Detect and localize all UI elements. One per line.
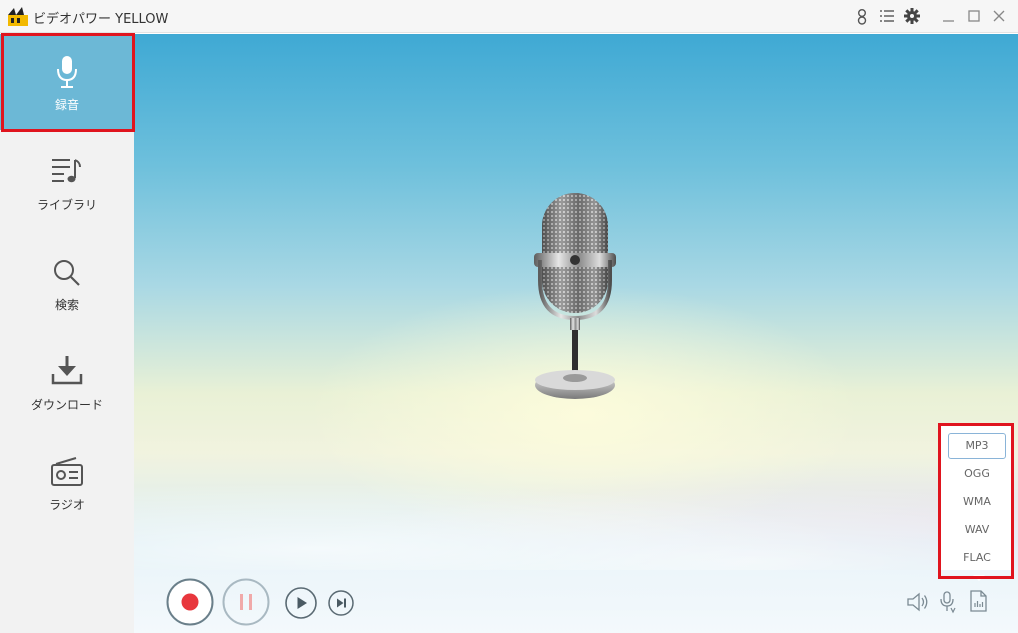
sidebar-item-radio[interactable]: ラジオ <box>0 448 134 544</box>
mic-source-button[interactable] <box>938 590 958 614</box>
vintage-microphone-image <box>526 190 626 410</box>
sidebar-item-search[interactable]: 検索 <box>0 248 134 344</box>
format-dropdown-caret <box>973 575 985 581</box>
format-button[interactable] <box>968 589 988 613</box>
radio-icon <box>51 457 83 486</box>
next-button[interactable] <box>328 590 354 616</box>
format-option-flac[interactable]: FLAC <box>948 545 1006 571</box>
sidebar-item-download[interactable]: ダウンロード <box>0 348 134 444</box>
sidebar-item-label: ラジオ <box>49 498 85 512</box>
microphone-source-icon <box>940 591 956 614</box>
record-icon <box>166 578 214 626</box>
format-option-mp3[interactable]: MP3 <box>948 433 1006 459</box>
play-button[interactable] <box>285 587 317 619</box>
main-area: MP3 OGG WMA WAV FLAC <box>134 34 1018 633</box>
close-icon[interactable] <box>989 6 1009 26</box>
sidebar-item-label: ライブラリ <box>36 198 97 212</box>
speaker-icon <box>907 592 928 612</box>
minimize-icon[interactable] <box>939 6 959 26</box>
control-bar <box>134 570 1018 633</box>
gear-icon[interactable] <box>902 6 922 26</box>
app-logo-icon <box>6 5 30 27</box>
sidebar-item-label: ダウンロード <box>30 398 103 412</box>
sidebar-item-label: 検索 <box>54 298 79 312</box>
format-dropdown-menu: MP3 OGG WMA WAV FLAC <box>940 425 1014 575</box>
format-option-ogg[interactable]: OGG <box>948 461 1006 487</box>
audio-file-icon <box>970 590 987 612</box>
search-icon <box>54 260 80 286</box>
user-icon[interactable] <box>852 6 872 26</box>
list-menu-icon[interactable] <box>877 6 897 26</box>
app-title: ビデオパワー YELLOW <box>33 12 169 27</box>
microphone-icon <box>57 56 77 88</box>
download-icon <box>51 356 83 385</box>
sidebar-item-library[interactable]: ライブラリ <box>0 148 134 244</box>
sidebar-item-record[interactable]: 録音 <box>0 34 134 130</box>
format-option-wav[interactable]: WAV <box>948 517 1006 543</box>
title-bar: ビデオパワー YELLOW <box>0 0 1018 33</box>
skip-next-icon <box>328 590 354 616</box>
pause-icon <box>222 578 270 626</box>
maximize-icon[interactable] <box>964 6 984 26</box>
sidebar: 録音 ライブラリ 検索 ダウンロード ラジオ <box>0 34 134 633</box>
volume-button[interactable] <box>906 591 930 613</box>
sidebar-item-label: 録音 <box>54 98 79 112</box>
record-button[interactable] <box>166 578 214 626</box>
format-option-wma[interactable]: WMA <box>948 489 1006 515</box>
play-icon <box>285 587 317 619</box>
pause-button[interactable] <box>222 578 270 626</box>
music-list-icon <box>52 159 81 183</box>
